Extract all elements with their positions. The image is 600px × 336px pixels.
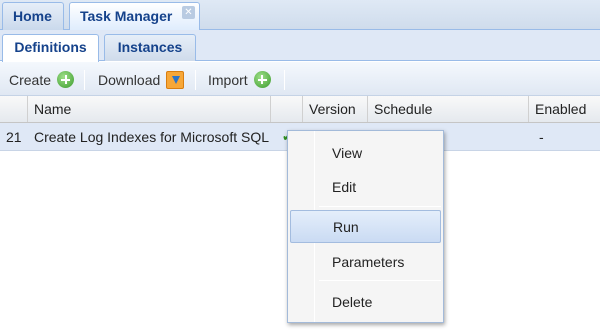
tab-instances-label: Instances bbox=[117, 39, 183, 55]
main-tab-bar: Home Task Manager ✕ bbox=[0, 0, 600, 31]
toolbar-separator bbox=[84, 70, 85, 90]
grid-header: Name Version Schedule Enabled bbox=[0, 96, 600, 123]
create-button[interactable]: Create bbox=[9, 69, 75, 91]
row-number: 21 bbox=[6, 129, 22, 145]
menu-separator bbox=[319, 280, 441, 281]
toolbar-separator bbox=[284, 70, 285, 90]
context-menu: View Edit Run Parameters Delete bbox=[287, 130, 444, 323]
menu-separator bbox=[319, 206, 441, 207]
toolbar-separator bbox=[195, 70, 196, 90]
download-button[interactable]: Download bbox=[98, 69, 185, 91]
menu-item-delete[interactable]: Delete bbox=[290, 286, 441, 319]
create-button-label: Create bbox=[9, 72, 52, 88]
menu-item-label: Run bbox=[333, 219, 359, 235]
column-header-status[interactable] bbox=[271, 96, 303, 122]
menu-item-label: View bbox=[332, 145, 363, 161]
tab-definitions-label: Definitions bbox=[14, 39, 87, 55]
menu-item-label: Edit bbox=[332, 179, 357, 195]
tab-home-label: Home bbox=[13, 8, 52, 24]
import-button[interactable]: Import bbox=[208, 69, 271, 91]
close-icon[interactable]: ✕ bbox=[182, 6, 195, 19]
download-button-label: Download bbox=[98, 72, 161, 88]
menu-item-parameters[interactable]: Parameters bbox=[290, 246, 441, 279]
menu-item-run[interactable]: Run bbox=[290, 210, 441, 243]
column-header-enabled[interactable]: Enabled bbox=[529, 96, 600, 122]
download-icon bbox=[166, 71, 185, 89]
tab-home[interactable]: Home bbox=[2, 2, 64, 30]
column-header-schedule[interactable]: Schedule bbox=[368, 96, 529, 122]
tab-definitions[interactable]: Definitions bbox=[2, 34, 99, 62]
row-name: Create Log Indexes for Microsoft SQL bbox=[34, 129, 269, 145]
column-header-name[interactable]: Name bbox=[28, 96, 271, 122]
add-icon bbox=[253, 71, 271, 88]
menu-item-view[interactable]: View bbox=[290, 137, 441, 170]
toolbar: Create Download Import bbox=[0, 62, 600, 96]
menu-item-label: Delete bbox=[332, 294, 373, 310]
column-header-rownum bbox=[0, 96, 28, 122]
column-header-version[interactable]: Version bbox=[303, 96, 368, 122]
row-enabled: - bbox=[539, 129, 544, 145]
menu-item-edit[interactable]: Edit bbox=[290, 171, 441, 204]
tab-task-manager[interactable]: Task Manager ✕ bbox=[69, 2, 200, 31]
import-button-label: Import bbox=[208, 72, 248, 88]
menu-item-label: Parameters bbox=[332, 254, 405, 270]
tab-instances[interactable]: Instances bbox=[104, 34, 196, 61]
tab-task-manager-label: Task Manager bbox=[80, 8, 173, 24]
add-icon bbox=[57, 71, 75, 88]
sub-tab-bar: Definitions Instances bbox=[0, 30, 600, 62]
